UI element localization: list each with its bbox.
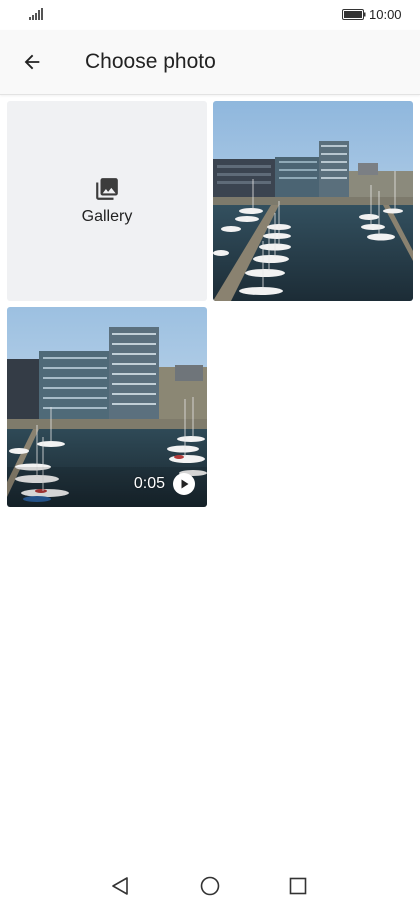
back-button[interactable] [12,42,52,82]
video-duration: 0:05 [133,475,165,492]
app-bar: Choose photo [0,30,420,95]
harbour-marina-photo [213,101,413,301]
gallery-tile[interactable]: Gallery [7,101,207,301]
nav-home-icon[interactable] [198,874,222,898]
screen: 10:00 Choose photo Gallery 0:05 [0,0,420,910]
nav-back-icon[interactable] [108,874,132,898]
status-bar: 10:00 [0,0,420,30]
status-time: 10:00 [369,7,402,22]
signal-icon [29,8,43,20]
navigation-bar [0,862,420,910]
arrow-back-icon [24,54,40,70]
nav-recent-apps-icon[interactable] [286,874,310,898]
page-title: Choose photo [85,50,216,73]
gallery-label: Gallery [81,208,133,225]
video-thumbnail[interactable]: 0:05 [7,307,207,507]
play-icon [173,473,195,495]
battery-icon [342,9,366,20]
photo-thumbnail[interactable] [213,101,413,301]
photo-library-icon [96,178,118,200]
